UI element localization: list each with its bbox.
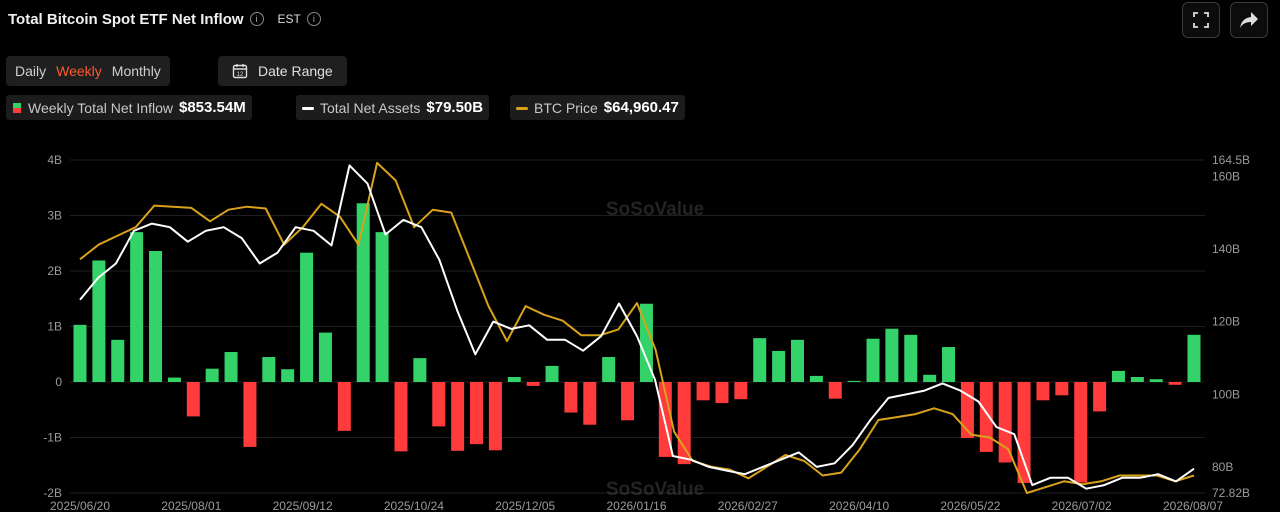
inflow-bar	[885, 328, 899, 382]
net-inflow-chart[interactable]: SoSoValue SoSoValue 4B 3B 2B 1B 0 -1B -2B 164.…	[0, 0, 1280, 512]
inflow-bar	[1111, 370, 1125, 382]
inflow-bar	[809, 375, 823, 382]
inflow-bar	[1187, 334, 1201, 382]
inflow-bar	[224, 352, 238, 382]
watermark-bottom: SoSoValue	[606, 479, 704, 500]
inflow-bar	[262, 357, 276, 382]
left-tick-label: -2B	[43, 486, 62, 500]
inflow-bar	[186, 382, 200, 417]
left-tick-label: 2B	[47, 264, 62, 278]
right-tick-label: 72.82B	[1212, 486, 1250, 500]
inflow-bar	[507, 377, 521, 382]
inflow-bar	[828, 382, 842, 399]
inflow-bar	[545, 365, 559, 382]
x-tick-label: 2026/04/10	[829, 499, 889, 512]
x-tick-label: 2026/07/02	[1052, 499, 1112, 512]
inflow-bar	[621, 382, 635, 421]
right-tick-label: 80B	[1212, 460, 1233, 474]
x-tick-label: 2026/05/22	[940, 499, 1000, 512]
inflow-bar	[923, 374, 937, 382]
x-tick-label: 2026/02/27	[718, 499, 778, 512]
x-tick-label: 2026/08/07	[1163, 499, 1223, 512]
inflow-bar	[92, 260, 106, 382]
inflow-bar	[790, 339, 804, 382]
inflow-bar	[111, 339, 125, 382]
inflow-bar	[281, 369, 295, 382]
inflow-bar	[847, 380, 861, 382]
inflow-bar	[470, 382, 484, 445]
inflow-bar	[300, 252, 314, 382]
inflow-bar	[1074, 382, 1088, 483]
inflow-bar	[526, 382, 540, 386]
inflow-bar	[772, 350, 786, 382]
inflow-bar	[394, 382, 408, 452]
left-tick-label: 0	[55, 375, 62, 389]
inflow-bar	[488, 382, 502, 451]
inflow-bar	[942, 347, 956, 382]
inflow-bar	[1036, 382, 1050, 401]
x-tick-label: 2025/12/05	[495, 499, 555, 512]
inflow-bar	[318, 332, 332, 382]
inflow-bar	[432, 382, 446, 427]
inflow-bar	[451, 382, 465, 451]
inflow-bar	[715, 382, 729, 404]
left-tick-label: 1B	[47, 320, 62, 334]
x-tick-label: 2025/06/20	[50, 499, 110, 512]
inflow-bar	[149, 251, 163, 382]
inflow-bar	[1093, 382, 1107, 412]
inflow-bar	[866, 338, 880, 382]
inflow-bar	[1130, 377, 1144, 382]
inflow-bar	[375, 232, 389, 382]
inflow-bar	[602, 357, 616, 382]
x-tick-label: 2025/10/24	[384, 499, 444, 512]
x-tick-label: 2025/08/01	[161, 499, 221, 512]
inflow-bar	[413, 358, 427, 382]
inflow-bar	[734, 382, 748, 400]
inflow-bar	[167, 377, 181, 382]
inflow-bar	[904, 334, 918, 382]
right-tick-label: 160B	[1212, 169, 1240, 183]
inflow-bar	[1055, 382, 1069, 396]
right-tick-label: 140B	[1212, 242, 1240, 256]
right-tick-label: 164.5B	[1212, 153, 1250, 167]
x-tick-label: 2025/09/12	[273, 499, 333, 512]
inflow-bar	[243, 382, 257, 447]
inflow-bar	[979, 382, 993, 452]
inflow-bar	[73, 324, 87, 382]
left-tick-label: 4B	[47, 153, 62, 167]
inflow-bar	[205, 368, 219, 382]
left-tick-label: 3B	[47, 209, 62, 223]
inflow-bar	[583, 382, 597, 425]
inflow-bar	[130, 232, 144, 382]
inflow-bar	[1168, 382, 1182, 385]
right-tick-label: 120B	[1212, 315, 1240, 329]
inflow-bar	[1149, 379, 1163, 382]
inflow-bar	[564, 382, 578, 413]
inflow-bar	[753, 338, 767, 382]
right-tick-label: 100B	[1212, 387, 1240, 401]
inflow-bar	[677, 382, 691, 465]
watermark-top: SoSoValue	[606, 199, 704, 220]
inflow-bar	[337, 382, 351, 431]
inflow-bar	[356, 203, 370, 382]
left-tick-label: -1B	[43, 431, 62, 445]
inflow-bar	[696, 382, 710, 401]
inflow-bar	[1017, 382, 1031, 484]
x-tick-label: 2026/01/16	[606, 499, 666, 512]
